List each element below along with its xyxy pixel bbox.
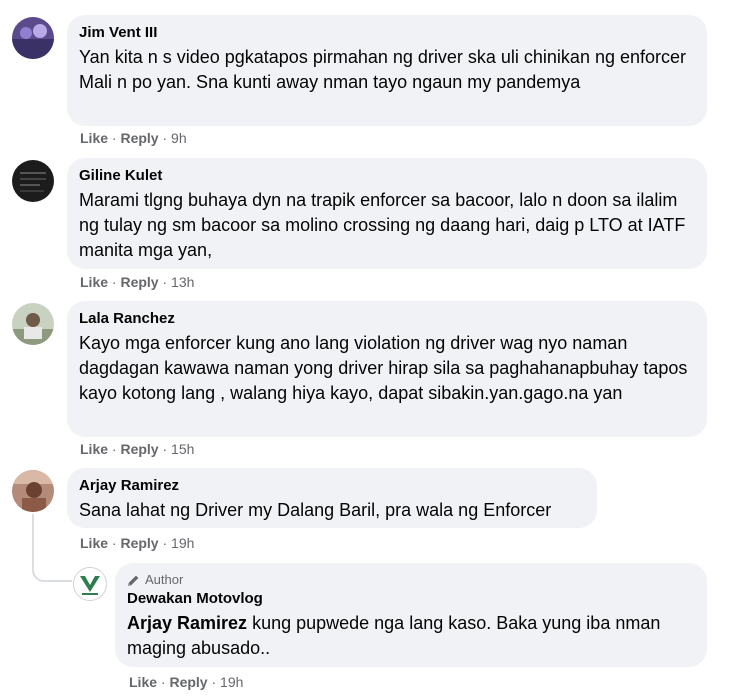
timestamp[interactable]: 15h [171, 441, 194, 457]
like-button[interactable]: Like [80, 274, 108, 290]
comment-bubble: Jim Vent III Yan kita n s video pgkatapo… [67, 15, 707, 126]
author-label: Author [145, 572, 184, 587]
comment-text: Marami tlgng buhaya dyn na trapik enforc… [79, 190, 686, 260]
reply-button[interactable]: Reply [120, 274, 158, 290]
timestamp[interactable]: 19h [220, 674, 243, 690]
comment-actions: Like · Reply · 15h [80, 441, 194, 457]
comment-text: Sana lahat ng Driver my Dalang Baril, pr… [79, 500, 552, 520]
comment-bubble: Lala Ranchez Kayo mga enforcer kung ano … [67, 301, 707, 437]
mention-link[interactable]: Arjay Ramirez [127, 613, 247, 633]
commenter-name[interactable]: Lala Ranchez [79, 309, 695, 329]
reply-text: Arjay Ramirez kung pupwede nga lang kaso… [127, 611, 695, 661]
reply-button[interactable]: Reply [169, 674, 207, 690]
like-button[interactable]: Like [80, 130, 108, 146]
comment-bubble: Arjay Ramirez Sana lahat ng Driver my Da… [67, 468, 597, 528]
separator: · [162, 130, 172, 146]
commenter-name[interactable]: Giline Kulet [79, 166, 695, 186]
comment-bubble: Giline Kulet Marami tlgng buhaya dyn na … [67, 158, 707, 269]
comment-text: Yan kita n s video pgkatapos pirmahan ng… [79, 47, 687, 92]
commenter-name[interactable]: Arjay Ramirez [79, 476, 585, 496]
avatar[interactable] [12, 160, 54, 202]
avatar[interactable] [12, 470, 54, 512]
like-button[interactable]: Like [80, 441, 108, 457]
comment-actions: Like · Reply · 13h [80, 274, 194, 290]
separator: · [162, 535, 172, 551]
author-badge: Author [127, 571, 695, 589]
separator: · [211, 674, 221, 690]
reply-thread-line [32, 514, 72, 582]
commenter-name[interactable]: Dewakan Motovlog [127, 589, 695, 609]
commenter-name[interactable]: Jim Vent III [79, 23, 695, 43]
comment-text: Kayo mga enforcer kung ano lang violatio… [79, 333, 688, 403]
pencil-icon [128, 575, 139, 586]
avatar[interactable] [73, 567, 107, 601]
like-button[interactable]: Like [80, 535, 108, 551]
separator: · [162, 441, 172, 457]
timestamp[interactable]: 13h [171, 274, 194, 290]
reply-button[interactable]: Reply [120, 130, 158, 146]
avatar[interactable] [12, 17, 54, 59]
separator: · [162, 274, 172, 290]
like-button[interactable]: Like [129, 674, 157, 690]
comment-actions: Like · Reply · 9h [80, 130, 187, 146]
comment-actions: Like · Reply · 19h [129, 674, 243, 690]
avatar[interactable] [12, 303, 54, 345]
reply-bubble: Author Dewakan Motovlog Arjay Ramirez ku… [115, 563, 707, 667]
comment-actions: Like · Reply · 19h [80, 535, 194, 551]
timestamp[interactable]: 19h [171, 535, 194, 551]
timestamp[interactable]: 9h [171, 130, 187, 146]
reply-button[interactable]: Reply [120, 535, 158, 551]
reply-button[interactable]: Reply [120, 441, 158, 457]
